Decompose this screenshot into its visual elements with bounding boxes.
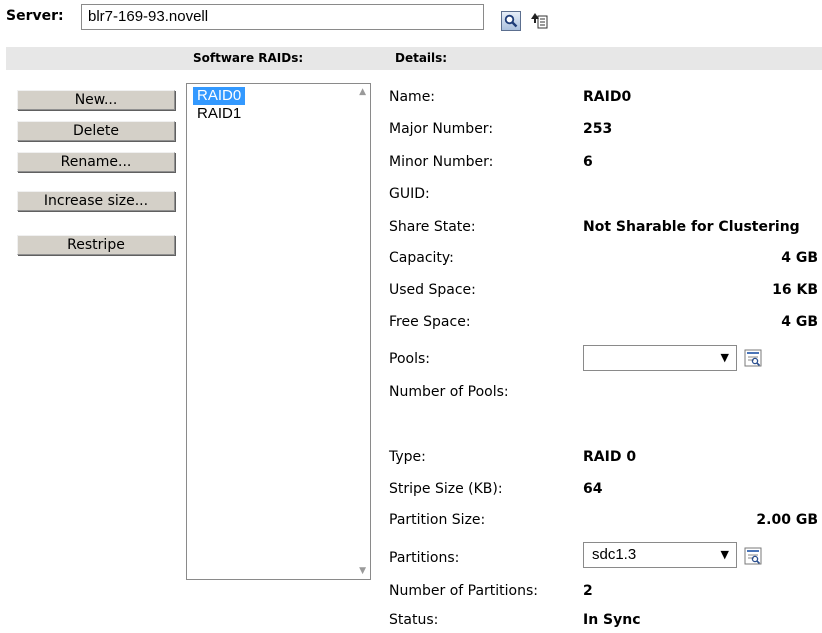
partitions-label: Partitions: [389, 550, 460, 566]
properties-icon [744, 547, 762, 565]
minor-number-value: 6 [583, 154, 593, 170]
chevron-down-icon: ▼ [720, 548, 729, 561]
partitions-dropdown[interactable]: sdc1.3 ▼ [583, 542, 737, 568]
capacity-value: 4 GB [781, 250, 818, 266]
stripe-size-label: Stripe Size (KB): [389, 481, 503, 497]
software-raids-list[interactable]: RAID0 RAID1 ▲ ▼ [186, 83, 371, 580]
properties-icon [744, 349, 762, 367]
search-button[interactable] [501, 11, 521, 31]
raid-list-item[interactable]: RAID0 [193, 87, 246, 105]
chevron-down-icon: ▼ [720, 351, 729, 364]
share-state-value: Not Sharable for Clustering [583, 219, 800, 235]
status-value: In Sync [583, 612, 641, 628]
type-value: RAID 0 [583, 449, 637, 465]
new-button[interactable]: New... [17, 90, 175, 110]
software-raids-header: Software RAIDs: [193, 51, 304, 65]
partition-size-value: 2.00 GB [756, 512, 818, 528]
restripe-button[interactable]: Restripe [17, 235, 175, 255]
pools-properties-button[interactable] [743, 348, 763, 368]
guid-label: GUID: [389, 186, 430, 202]
partitions-properties-button[interactable] [743, 546, 763, 566]
status-label: Status: [389, 612, 439, 628]
name-value: RAID0 [583, 89, 632, 105]
capacity-label: Capacity: [389, 250, 454, 266]
tree-browse-icon [531, 13, 548, 29]
search-icon [504, 14, 518, 28]
scroll-down-arrow-icon[interactable]: ▼ [359, 566, 366, 576]
free-space-label: Free Space: [389, 314, 471, 330]
name-label: Name: [389, 89, 436, 105]
type-label: Type: [389, 449, 426, 465]
partitions-dropdown-value: sdc1.3 [592, 546, 637, 563]
scroll-up-arrow-icon[interactable]: ▲ [359, 87, 366, 97]
pools-label: Pools: [389, 351, 430, 367]
server-label: Server: [6, 8, 64, 24]
number-of-pools-label: Number of Pools: [389, 384, 509, 400]
pools-dropdown[interactable]: ▼ [583, 345, 737, 371]
details-header: Details: [395, 51, 448, 65]
used-space-value: 16 KB [772, 282, 818, 298]
used-space-label: Used Space: [389, 282, 476, 298]
increase-size-button[interactable]: Increase size... [17, 191, 175, 211]
delete-button[interactable]: Delete [17, 121, 175, 141]
number-of-partitions-label: Number of Partitions: [389, 583, 538, 599]
share-state-label: Share State: [389, 219, 476, 235]
free-space-value: 4 GB [781, 314, 818, 330]
partition-size-label: Partition Size: [389, 512, 486, 528]
tree-browse-button[interactable] [529, 10, 549, 30]
major-number-value: 253 [583, 121, 613, 137]
major-number-label: Major Number: [389, 121, 494, 137]
minor-number-label: Minor Number: [389, 154, 494, 170]
stripe-size-value: 64 [583, 481, 603, 497]
raid-list-item[interactable]: RAID1 [193, 105, 245, 123]
rename-button[interactable]: Rename... [17, 152, 175, 172]
server-input[interactable]: blr7-169-93.novell [81, 4, 484, 30]
number-of-partitions-value: 2 [583, 583, 593, 599]
